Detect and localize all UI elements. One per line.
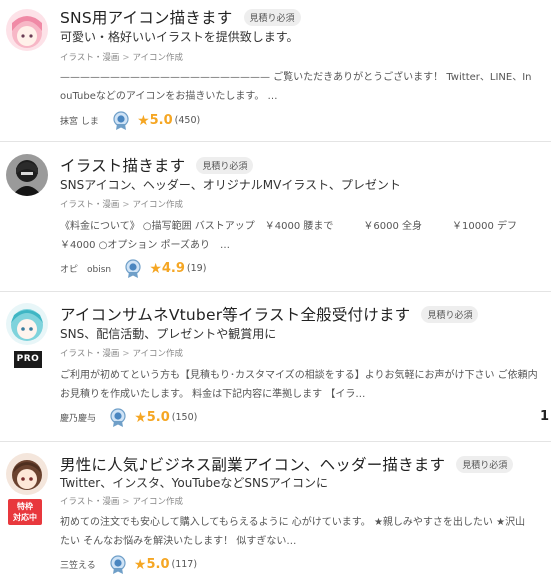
review-count[interactable]: (450) [175,115,201,126]
pro-badge: PRO [14,351,42,368]
seller-avatar[interactable] [6,154,48,196]
review-count[interactable]: (150) [172,412,198,423]
seller-avatar[interactable] [6,453,48,495]
seller-meta: 抹宮 しま ★5.0 (450) [60,110,200,130]
listing-title[interactable]: 男性に人気♪ビジネス副業アイコン、ヘッダー描きます [60,453,445,475]
breadcrumb-separator-icon: > [122,349,130,359]
service-listing: SNS用アイコン描きます 見積り必須 可愛い・格好いいイラストを提供致します。 … [0,0,551,581]
listing-description: ————————————————————— ご覧いただきありがとうございます！ … [60,68,551,106]
description-line: 《料金について》 ○描写範囲 バストアップ ￥4000 腰まで ￥6000 全身… [60,221,518,232]
quote-required-tag: 見積り必須 [196,156,254,174]
seller-name[interactable]: 慶乃慶与 [60,411,96,424]
description-line: たい そんなお悩みを解決いたします！ 似すぎない… [60,536,297,547]
listing-description: 初めての注文でも安心して購入してもらえるように 心がけています。 ★親しみやすさ… [60,513,551,551]
listing-subtitle: 可愛い・格好いいイラストを提供致します。 [60,30,299,44]
quote-required-tag: 見積り必須 [456,455,514,473]
listing-card[interactable]: SNS用アイコン描きます 見積り必須 可愛い・格好いいイラストを提供致します。 … [0,0,551,137]
seller-meta: 三笠える ★5.0 (117) [60,554,197,574]
listing-subtitle: SNSアイコン、ヘッダー、オリジナルMVイラスト、プレゼント [60,178,401,192]
seller-name[interactable]: 三笠える [60,558,96,571]
category-child[interactable]: アイコン作成 [132,53,183,63]
listing-title[interactable]: SNS用アイコン描きます [60,6,232,28]
rank-badge-icon [113,110,129,130]
star-icon: ★ [134,409,147,426]
seller-meta: 慶乃慶与 ★5.0 (150) [60,407,197,427]
listing-title[interactable]: イラスト描きます [60,154,185,176]
seller-name[interactable]: 抹宮 しま [60,114,99,127]
rating-score: 4.9 [161,261,185,276]
rank-badge-icon [110,554,126,574]
rank-badge-icon [110,407,126,427]
category-breadcrumb: イラスト・漫画 > アイコン作成 [60,347,183,359]
star-icon: ★ [137,112,150,129]
seller-avatar[interactable] [6,303,48,345]
star-icon: ★ [149,260,162,277]
review-count[interactable]: (19) [187,263,207,274]
rating-score: 5.0 [146,557,170,572]
description-line: お見積りを作成いたします。 料金は下記内容に準拠します 【イラ… [60,389,366,400]
special-slot-badge: 特枠 対応中 [8,499,42,525]
category-child[interactable]: アイコン作成 [132,497,183,507]
breadcrumb-separator-icon: > [122,200,130,210]
divider [0,141,551,142]
description-line: ￥4000 ○オプション ポーズあり … [60,240,231,251]
description-line: ————————————————————— ご覧いただきありがとうございます！ … [60,72,532,83]
quote-required-tag: 見積り必須 [421,305,479,323]
price-fragment: 1 [539,409,549,424]
listing-subtitle: Twitter、インスタ、YouTubeなどSNSアイコンに [60,476,329,490]
breadcrumb-separator-icon: > [122,53,130,63]
category-parent[interactable]: イラスト・漫画 [60,349,119,359]
description-line: 初めての注文でも安心して購入してもらえるように 心がけています。 ★親しみやすさ… [60,517,526,528]
divider [0,291,551,292]
rating-score: 5.0 [149,113,173,128]
category-breadcrumb: イラスト・漫画 > アイコン作成 [60,495,183,507]
category-breadcrumb: イラスト・漫画 > アイコン作成 [60,51,183,63]
category-parent[interactable]: イラスト・漫画 [60,53,119,63]
listing-description: 《料金について》 ○描写範囲 バストアップ ￥4000 腰まで ￥6000 全身… [60,217,551,255]
rank-badge-icon [125,258,141,278]
star-icon: ★ [133,556,147,573]
listing-card[interactable]: PRO アイコンサムネVtuber等イラスト全般受付けます 見積り必須 SNS、… [0,295,551,437]
category-breadcrumb: イラスト・漫画 > アイコン作成 [60,198,183,210]
seller-avatar[interactable] [6,9,48,51]
listing-description: ご利用が初めてという方も【見積もり･カスタマイズの相談をする】よりお気軽にお声が… [60,366,551,404]
category-parent[interactable]: イラスト・漫画 [60,200,119,210]
seller-meta: オピ obisn ★4.9 (19) [60,258,206,278]
category-child[interactable]: アイコン作成 [132,349,183,359]
breadcrumb-separator-icon: > [122,497,130,507]
listing-title[interactable]: アイコンサムネVtuber等イラスト全般受付けます [60,303,410,325]
quote-required-tag: 見積り必須 [243,8,301,26]
listing-card[interactable]: イラスト描きます 見積り必須 SNSアイコン、ヘッダー、オリジナルMVイラスト、… [0,146,551,287]
seller-name[interactable]: オピ obisn [60,262,111,275]
description-line: ご利用が初めてという方も【見積もり･カスタマイズの相談をする】よりお気軽にお声が… [60,370,538,381]
listing-subtitle: SNS、配信活動、プレゼントや観賞用に [60,327,277,341]
category-child[interactable]: アイコン作成 [132,200,183,210]
description-line: ouTubeなどのアイコンをお描きいたします。 … [60,91,278,102]
category-parent[interactable]: イラスト・漫画 [60,497,119,507]
rating-score: 5.0 [146,410,170,425]
review-count[interactable]: (117) [172,559,198,570]
listing-card[interactable]: 特枠 対応中 男性に人気♪ビジネス副業アイコン、ヘッダー描きます 見積り必須 Tw… [0,445,551,581]
divider [0,441,551,442]
